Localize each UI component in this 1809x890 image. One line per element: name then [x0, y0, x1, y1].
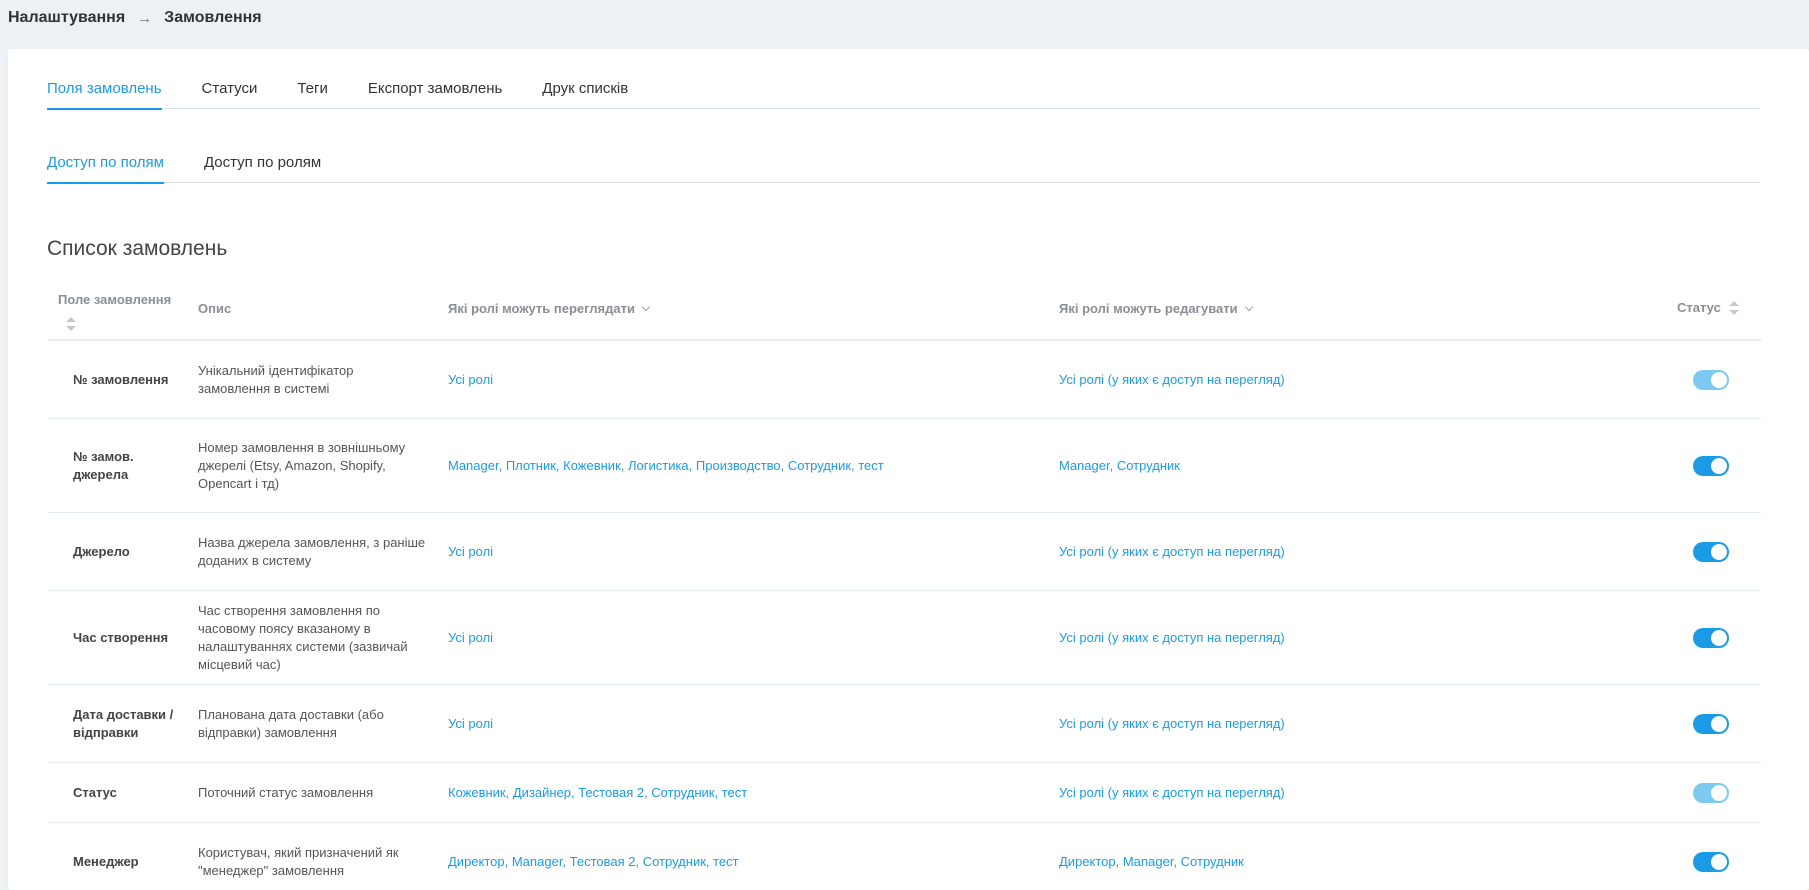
table-header: Поле замовлення Опис Які ролі можуть пер…: [48, 277, 1761, 341]
header-view-roles[interactable]: Які ролі можуть переглядати: [448, 301, 651, 316]
chevron-down-icon[interactable]: [1244, 302, 1253, 312]
field-description: Поточний статус замовлення: [198, 784, 374, 800]
subtab-field-access[interactable]: Доступ по полям: [47, 151, 164, 184]
edit-roles-link[interactable]: Усі ролі (у яких є доступ на перегляд): [1059, 629, 1639, 647]
header-status-label: Статус: [1677, 300, 1721, 315]
header-status[interactable]: Статус: [1677, 300, 1739, 315]
table-row: Джерело Назва джерела замовлення, з рані…: [48, 513, 1761, 591]
field-name: № замовлення: [73, 371, 169, 387]
toggle-knob: [1711, 629, 1727, 646]
table-row: Менеджер Користувач, який призначений як…: [48, 823, 1761, 890]
table-row: № замовлення Унікальний ідентифікатор за…: [48, 341, 1761, 419]
field-description: Час створення замовлення по часовому поя…: [198, 602, 408, 672]
tab-tags[interactable]: Теги: [297, 77, 328, 109]
header-field-label: Поле замовлення: [58, 292, 172, 307]
status-toggle[interactable]: [1693, 541, 1729, 562]
edit-roles-link[interactable]: Директор, Manager, Сотрудник: [1059, 853, 1639, 871]
status-toggle[interactable]: [1693, 782, 1729, 803]
toggle-knob: [1711, 371, 1727, 388]
status-toggle[interactable]: [1693, 455, 1729, 476]
status-toggle[interactable]: [1693, 713, 1729, 734]
table-row: Статус Поточний статус замовлення Кожевн…: [48, 763, 1761, 823]
status-toggle[interactable]: [1693, 369, 1729, 390]
header-description: Опис: [198, 301, 232, 316]
field-name: Статус: [73, 784, 117, 800]
toggle-knob: [1711, 543, 1727, 560]
sort-icon[interactable]: [66, 317, 76, 331]
edit-roles-link[interactable]: Усі ролі (у яких є доступ на перегляд): [1059, 715, 1639, 733]
settings-card: Поля замовлень Статуси Теги Експорт замо…: [8, 49, 1809, 890]
field-name: Час створення: [73, 629, 169, 645]
table-row: Дата доставки / відправки Планована дата…: [48, 685, 1761, 763]
sub-tabs: Доступ по полям Доступ по ролям: [47, 151, 1760, 184]
field-description: Номер замовлення в зовнішньому джерелі (…: [198, 439, 406, 491]
view-roles-link[interactable]: Кожевник, Дизайнер, Тестовая 2, Сотрудни…: [448, 784, 1038, 802]
fields-table: Поле замовлення Опис Які ролі можуть пер…: [48, 277, 1761, 890]
header-view-roles-label: Які ролі можуть переглядати: [448, 301, 635, 316]
field-name: Дата доставки / відправки: [73, 706, 174, 740]
toggle-knob: [1711, 784, 1727, 801]
field-name: № замов. джерела: [73, 448, 134, 482]
header-edit-roles[interactable]: Які ролі можуть редагувати: [1059, 301, 1253, 316]
field-description: Планована дата доставки (або відправки) …: [198, 706, 384, 740]
field-name: Джерело: [73, 543, 130, 559]
field-description: Користувач, який призначений як "менедже…: [198, 844, 399, 878]
view-roles-link[interactable]: Manager, Плотник, Кожевник, Логистика, П…: [448, 457, 1038, 475]
edit-roles-link[interactable]: Усі ролі (у яких є доступ на перегляд): [1059, 371, 1639, 389]
toggle-knob: [1711, 457, 1727, 474]
breadcrumb-parent[interactable]: Налаштування: [8, 9, 125, 27]
arrow-right-icon: →: [137, 9, 153, 27]
toggle-knob: [1711, 853, 1727, 870]
section-title: Список замовлень: [47, 237, 228, 260]
sort-icon[interactable]: [1728, 300, 1739, 315]
view-roles-link[interactable]: Усі ролі: [448, 715, 1038, 733]
field-name: Менеджер: [73, 853, 139, 869]
breadcrumb-current: Замовлення: [164, 9, 262, 26]
breadcrumb: Налаштування → Замовлення: [8, 8, 262, 28]
tab-statuses[interactable]: Статуси: [202, 77, 258, 109]
tab-order-fields[interactable]: Поля замовлень: [47, 77, 162, 110]
view-roles-link[interactable]: Усі ролі: [448, 629, 1038, 647]
tab-print-lists[interactable]: Друк списків: [542, 77, 628, 109]
view-roles-link[interactable]: Директор, Manager, Тестовая 2, Сотрудник…: [448, 853, 1038, 871]
header-edit-roles-label: Які ролі можуть редагувати: [1059, 301, 1238, 316]
table-row: № замов. джерела Номер замовлення в зовн…: [48, 419, 1761, 513]
view-roles-link[interactable]: Усі ролі: [448, 371, 1038, 389]
tab-export-orders[interactable]: Експорт замовлень: [368, 77, 502, 109]
edit-roles-link[interactable]: Усі ролі (у яких є доступ на перегляд): [1059, 784, 1639, 802]
edit-roles-link[interactable]: Усі ролі (у яких є доступ на перегляд): [1059, 543, 1639, 561]
edit-roles-link[interactable]: Manager, Сотрудник: [1059, 457, 1639, 475]
header-field[interactable]: Поле замовлення: [58, 292, 171, 331]
field-description: Унікальний ідентифікатор замовлення в си…: [198, 362, 354, 396]
status-toggle[interactable]: [1693, 627, 1729, 648]
toggle-knob: [1711, 715, 1727, 732]
status-toggle[interactable]: [1693, 851, 1729, 872]
table-row: Час створення Час створення замовлення п…: [48, 591, 1761, 685]
field-description: Назва джерела замовлення, з раніше додан…: [198, 534, 426, 568]
subtab-role-access[interactable]: Доступ по ролям: [204, 151, 321, 183]
main-tabs: Поля замовлень Статуси Теги Експорт замо…: [47, 77, 1760, 110]
chevron-down-icon[interactable]: [641, 302, 651, 312]
view-roles-link[interactable]: Усі ролі: [448, 543, 1038, 561]
